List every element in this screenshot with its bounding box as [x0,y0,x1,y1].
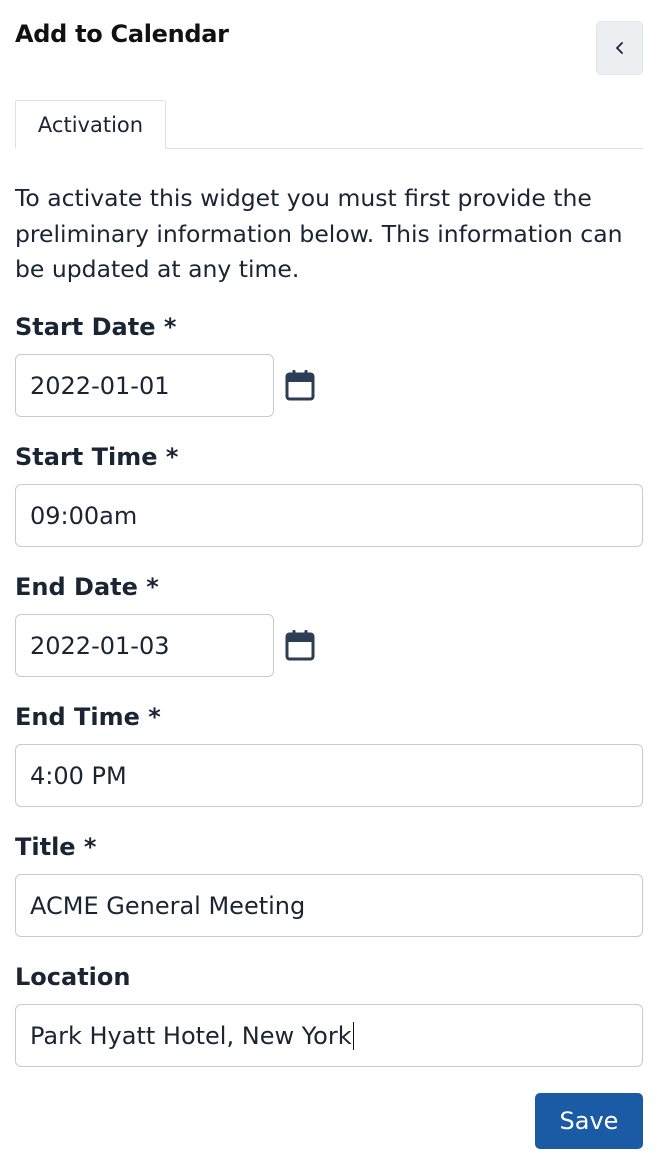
tab-bar: Activation [15,100,643,149]
title-value: ACME General Meeting [30,891,306,920]
end-date-value: 2022-01-03 [30,631,170,660]
calendar-icon[interactable] [285,629,315,661]
start-date-label: Start Date * [15,313,177,341]
start-date-input[interactable]: 2022-01-01 [15,354,274,417]
chevron-left-icon [615,42,623,54]
end-date-label: End Date * [15,573,159,601]
start-time-input[interactable]: 09:00am [15,484,643,547]
page-title: Add to Calendar [15,20,229,48]
tab-activation[interactable]: Activation [15,100,166,149]
end-date-input[interactable]: 2022-01-03 [15,614,274,677]
start-date-value: 2022-01-01 [30,371,170,400]
location-value: Park Hyatt Hotel, New York [30,1021,352,1050]
title-input[interactable]: ACME General Meeting [15,874,643,937]
title-label: Title * [15,833,97,861]
text-caret [352,1021,354,1050]
intro-text: To activate this widget you must first p… [15,184,623,283]
back-button[interactable] [596,21,643,75]
calendar-icon[interactable] [285,369,315,401]
location-input[interactable]: Park Hyatt Hotel, New York [15,1004,643,1067]
save-button[interactable]: Save [535,1093,643,1149]
end-time-input[interactable]: 4:00 PM [15,744,643,807]
location-label: Location [15,963,131,991]
start-time-label: Start Time * [15,443,179,471]
end-time-value: 4:00 PM [30,761,127,790]
end-time-label: End Time * [15,703,161,731]
start-time-value: 09:00am [30,501,138,530]
